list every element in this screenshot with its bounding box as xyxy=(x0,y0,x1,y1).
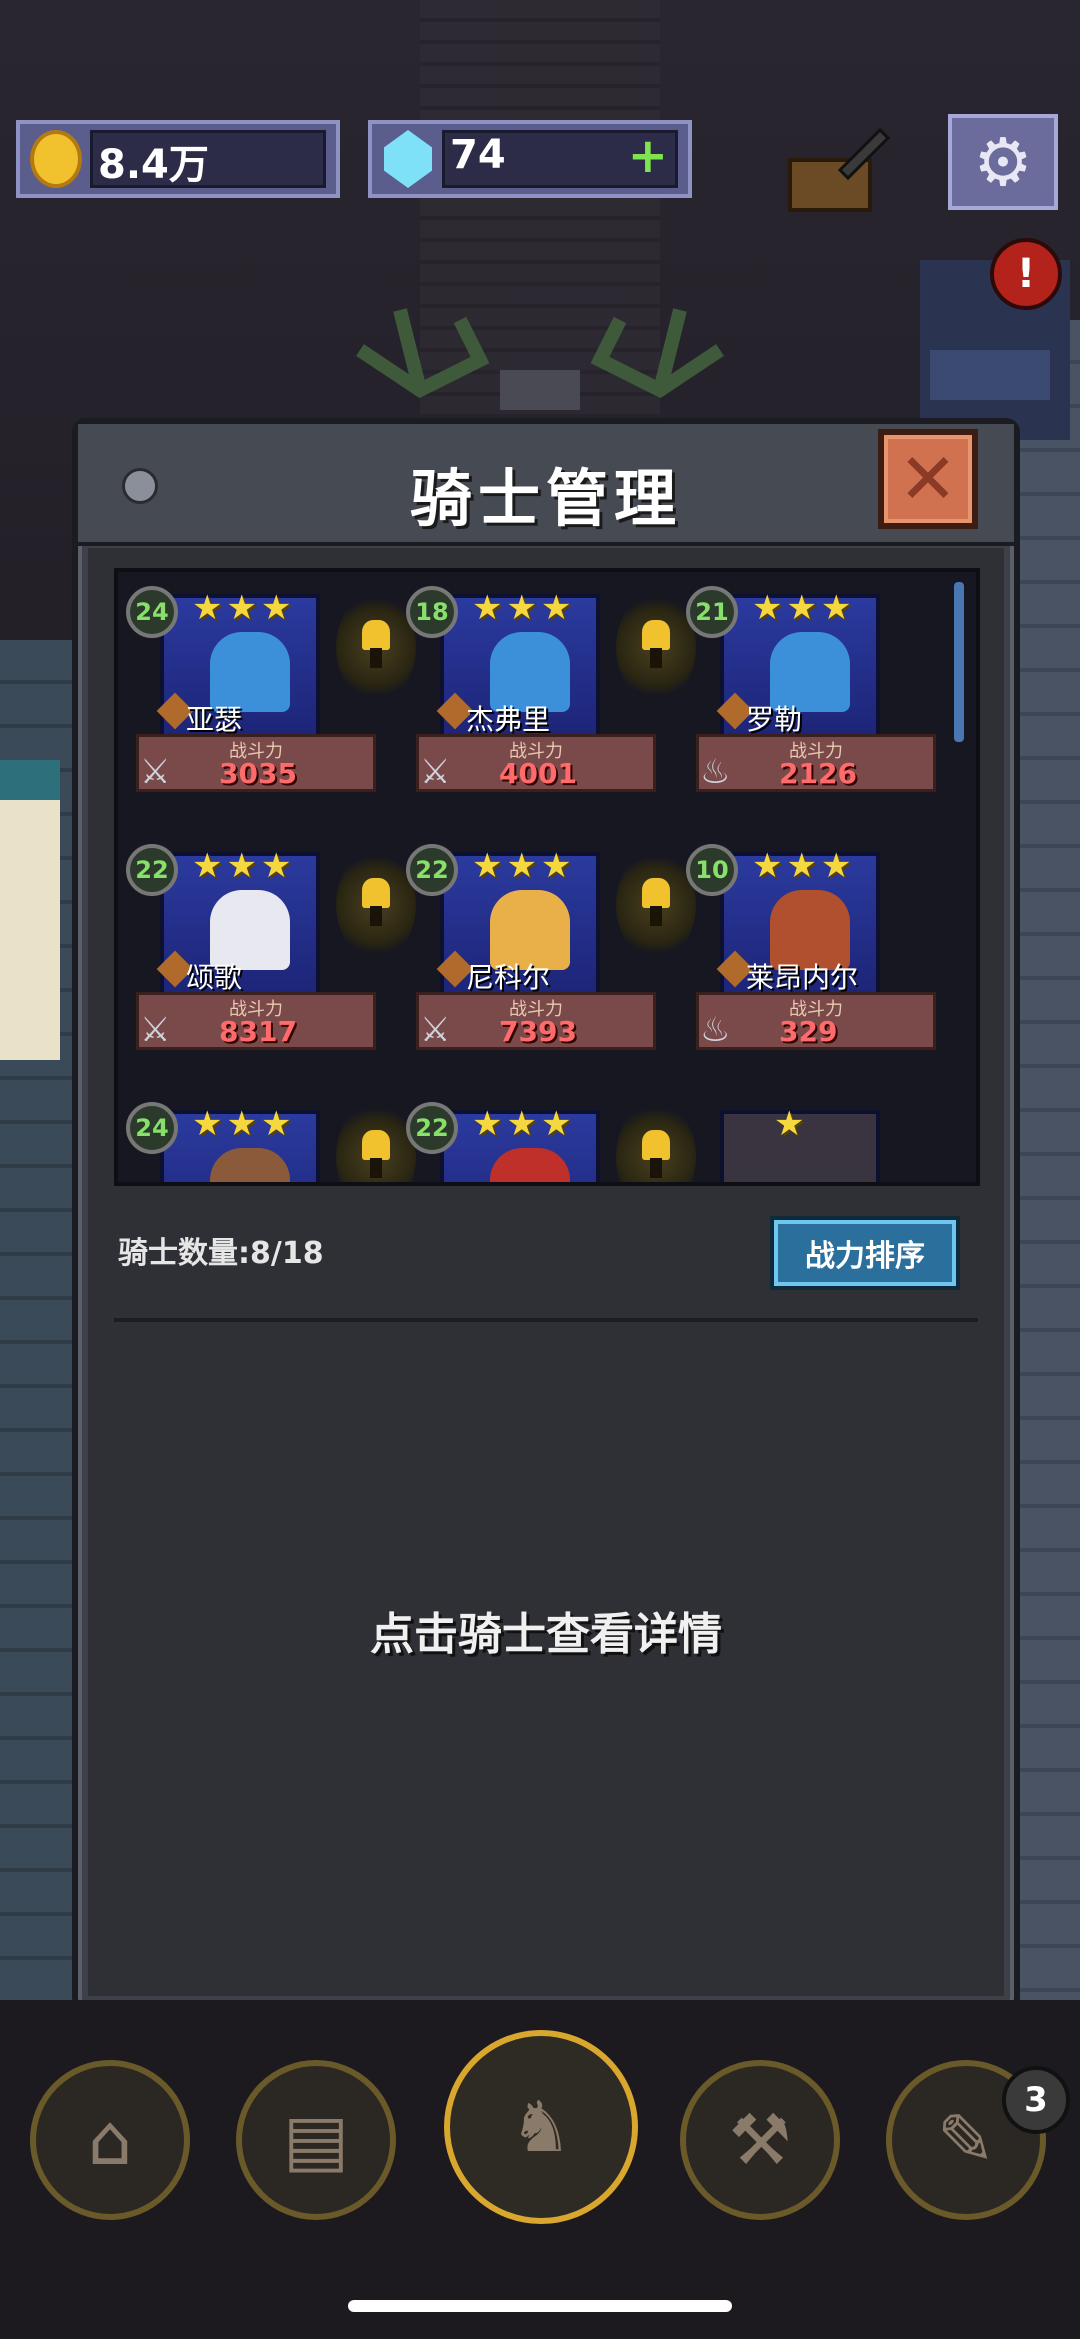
knight-level-badge: 22 xyxy=(406,844,458,896)
quest-scroll-icon[interactable] xyxy=(780,120,890,220)
knight-name: 杰弗里 xyxy=(466,703,551,736)
knight-stars: ★★★ xyxy=(472,1104,576,1144)
knight-stars: ★★★ xyxy=(752,588,856,628)
knight-stars: ★★★ xyxy=(472,588,576,628)
knight-level-badge: 24 xyxy=(126,586,178,638)
knight-level-badge: 24 xyxy=(126,1102,178,1154)
list-scrollbar[interactable] xyxy=(954,582,964,742)
cauldron-class-icon: ♨ xyxy=(700,752,731,792)
forge-hammer-icon[interactable]: ⚒ xyxy=(680,2060,840,2220)
sword-class-icon: ⚔ xyxy=(140,1010,171,1050)
knight-name: 颂歌 xyxy=(186,961,243,994)
power-value: 4001 xyxy=(499,757,577,790)
knight-card[interactable]: 10 ★★★ 莱昂内尔 战斗力 329 ♨ xyxy=(686,844,936,1074)
knight-helmet-icon[interactable]: ♞ xyxy=(444,2030,638,2224)
power-value: 8317 xyxy=(219,1015,297,1048)
antler-crest xyxy=(356,308,724,410)
sort-by-power-button[interactable]: 战力排序 xyxy=(770,1216,960,1290)
knight-list[interactable]: 24 ★★★ 亚瑟 战斗力 3035 ⚔ 18 ★★★ 杰弗里 战斗力 4001… xyxy=(114,568,980,1186)
gold-value: 8.4万 xyxy=(98,142,209,188)
gem-counter[interactable]: 74 + xyxy=(368,120,692,198)
gem-value: 74 xyxy=(450,132,506,178)
power-value: 7393 xyxy=(499,1015,577,1048)
shop-house-icon[interactable]: ⌂ xyxy=(30,2060,190,2220)
knight-name: 亚瑟 xyxy=(186,703,243,736)
knight-card[interactable]: 22 ★★★ 尼科尔 战斗力 7393 ⚔ xyxy=(406,844,656,1074)
knight-name: 罗勒 xyxy=(746,703,803,736)
add-gems-button[interactable]: + xyxy=(628,128,668,184)
power-value: 329 xyxy=(779,1015,838,1048)
knight-level-badge: 18 xyxy=(406,586,458,638)
knight-card[interactable]: 22 ★★★ xyxy=(406,1102,656,1182)
knight-stars: ★★★ xyxy=(192,588,296,628)
knight-card[interactable]: 24 ★★★ 亚瑟 战斗力 3035 ⚔ xyxy=(126,586,376,816)
panel-header: 骑士管理 ✕ xyxy=(78,424,1014,546)
knight-stars: ★ xyxy=(774,1104,809,1144)
knight-card[interactable]: 22 ★★★ 颂歌 战斗力 8317 ⚔ xyxy=(126,844,376,1074)
sword-class-icon: ⚔ xyxy=(140,752,171,792)
knight-card[interactable]: 18 ★★★ 杰弗里 战斗力 4001 ⚔ xyxy=(406,586,656,816)
house-scenery xyxy=(0,760,60,1060)
knight-stars: ★★★ xyxy=(752,846,856,886)
knight-level-badge: 22 xyxy=(406,1102,458,1154)
notification-badge: 3 xyxy=(1002,2066,1070,2134)
settings-gear-icon[interactable]: ⚙ xyxy=(948,114,1058,210)
knight-name: 莱昂内尔 xyxy=(746,961,859,994)
gold-coin-icon xyxy=(30,130,82,188)
panel-body: 24 ★★★ 亚瑟 战斗力 3035 ⚔ 18 ★★★ 杰弗里 战斗力 4001… xyxy=(88,548,1004,1996)
power-value: 2126 xyxy=(779,757,857,790)
knight-card[interactable]: 21 ★★★ 罗勒 战斗力 2126 ♨ xyxy=(686,586,936,816)
knight-level-badge: 22 xyxy=(126,844,178,896)
shop-alert-badge: ! xyxy=(990,238,1062,310)
home-indicator[interactable] xyxy=(348,2300,732,2312)
knight-count: 骑士数量:8/18 xyxy=(118,1236,324,1271)
gold-counter: 8.4万 xyxy=(16,120,340,198)
sword-class-icon: ⚔ xyxy=(420,1010,451,1050)
knight-stars: ★★★ xyxy=(192,846,296,886)
right-scenery xyxy=(1010,320,1080,2020)
knight-management-panel: 骑士管理 ✕ 24 ★★★ 亚瑟 战斗力 3035 ⚔ 18 ★★★ 杰弗里 战… xyxy=(72,418,1020,2012)
cauldron-class-icon: ♨ xyxy=(700,1010,731,1050)
close-button[interactable]: ✕ xyxy=(878,429,978,529)
detail-hint: 点击骑士查看详情 xyxy=(370,1609,722,1660)
sword-class-icon: ⚔ xyxy=(420,752,451,792)
panel-title: 骑士管理 xyxy=(409,462,682,535)
knight-stars: ★★★ xyxy=(192,1104,296,1144)
knight-card[interactable]: 24 ★★★ xyxy=(126,1102,376,1182)
knight-level-badge: 10 xyxy=(686,844,738,896)
knight-card-locked[interactable]: ★ xyxy=(686,1102,936,1182)
knight-level-badge: 21 xyxy=(686,586,738,638)
power-value: 3035 xyxy=(219,757,297,790)
knight-stars: ★★★ xyxy=(472,846,576,886)
lumber-icon[interactable]: ▤ xyxy=(236,2060,396,2220)
knight-name: 尼科尔 xyxy=(466,961,551,994)
diamond-icon xyxy=(384,130,432,188)
divider xyxy=(114,1318,978,1322)
